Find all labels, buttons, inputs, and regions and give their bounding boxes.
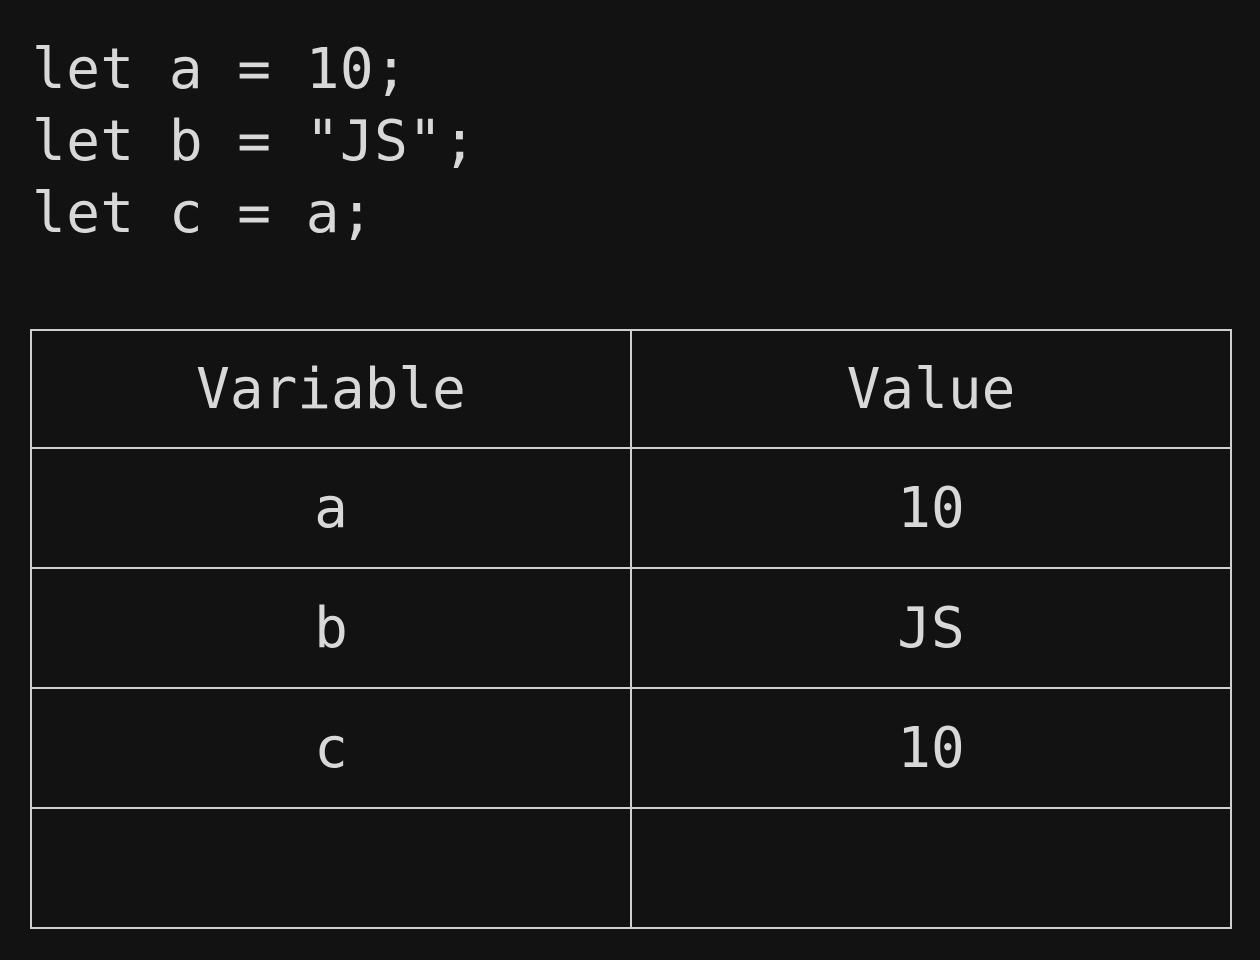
code-block: let a = 10; let b = "JS"; let c = a; bbox=[32, 34, 477, 250]
variable-cell bbox=[30, 807, 632, 929]
value-cell bbox=[630, 807, 1232, 929]
table-header-row: Variable Value bbox=[30, 329, 1232, 449]
column-header-value: Value bbox=[630, 329, 1232, 449]
value-cell: JS bbox=[630, 567, 1232, 689]
variable-table: Variable Value a 10 b JS c 10 bbox=[30, 329, 1232, 929]
variable-cell: c bbox=[30, 687, 632, 809]
code-line: let c = a; bbox=[32, 181, 375, 246]
table-row bbox=[30, 807, 1232, 929]
variable-cell: b bbox=[30, 567, 632, 689]
table-row: a 10 bbox=[30, 447, 1232, 569]
code-line: let a = 10; bbox=[32, 37, 409, 102]
value-cell: 10 bbox=[630, 447, 1232, 569]
table-row: c 10 bbox=[30, 687, 1232, 809]
table-row: b JS bbox=[30, 567, 1232, 689]
value-cell: 10 bbox=[630, 687, 1232, 809]
code-line: let b = "JS"; bbox=[32, 109, 477, 174]
variable-cell: a bbox=[30, 447, 632, 569]
column-header-variable: Variable bbox=[30, 329, 632, 449]
